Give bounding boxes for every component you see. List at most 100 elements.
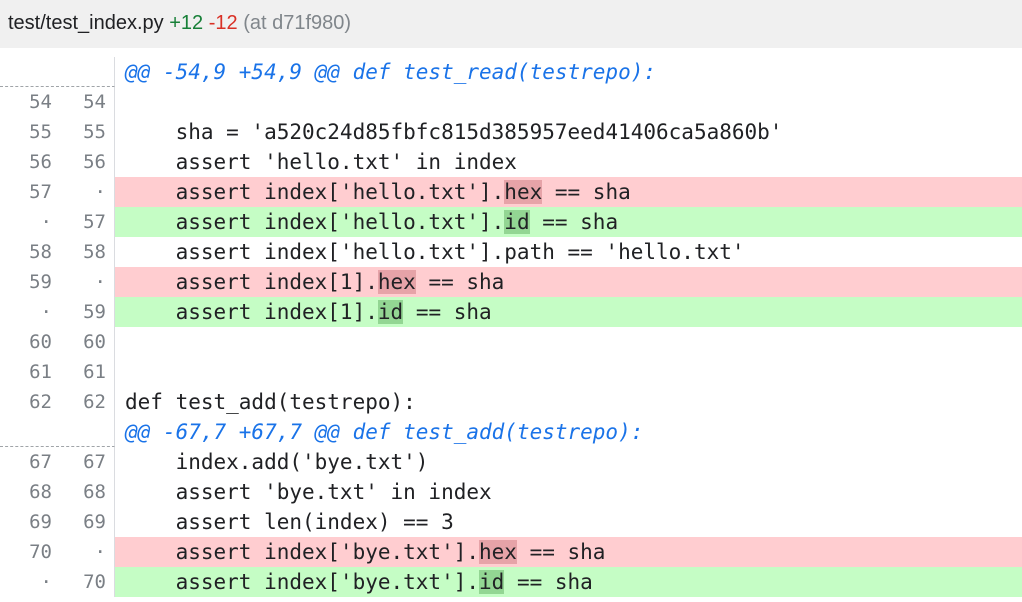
code-line: assert index['hello.txt'].id == sha bbox=[115, 207, 1022, 237]
added-line-row: · 57 assert index['hello.txt'].id == sha bbox=[0, 207, 1022, 237]
line-number-gutter bbox=[0, 57, 115, 87]
line-number-gutter: 60 60 bbox=[0, 327, 115, 357]
added-count: +12 bbox=[169, 12, 204, 34]
new-line-number: 54 bbox=[83, 91, 106, 113]
code-line: assert 'bye.txt' in index bbox=[125, 480, 492, 504]
code-text: == sha bbox=[415, 270, 505, 294]
line-number-gutter: 70 · bbox=[0, 537, 115, 567]
context-line-row: 62 62 def test_add(testrepo): bbox=[0, 387, 1022, 417]
old-line-number: 55 bbox=[29, 121, 52, 143]
context-line-row: 67 67 index.add('bye.txt') bbox=[0, 447, 1022, 477]
new-line-number: 67 bbox=[83, 451, 106, 473]
new-line-number: 55 bbox=[83, 121, 106, 143]
line-number-gutter: 56 56 bbox=[0, 147, 115, 177]
context-line-row: 61 61 bbox=[0, 357, 1022, 387]
new-line-number: · bbox=[94, 541, 106, 563]
new-line-number: · bbox=[94, 181, 106, 203]
hunk-header-row: @@ -54,9 +54,9 @@ def test_read(testrepo… bbox=[0, 57, 1022, 87]
new-line-number: 59 bbox=[83, 301, 106, 323]
changed-token: id bbox=[377, 300, 404, 324]
changed-token: id bbox=[479, 570, 505, 594]
code-text: assert index['bye.txt']. bbox=[125, 540, 480, 564]
added-line-row: · 59 assert index[1].id == sha bbox=[0, 297, 1022, 327]
line-number-gutter: · 70 bbox=[0, 567, 115, 597]
added-line-row: · 70 assert index['bye.txt'].id == sha bbox=[0, 567, 1022, 597]
code-line: def test_add(testrepo): bbox=[125, 390, 416, 414]
code-line: assert index['hello.txt'].hex == sha bbox=[115, 177, 1022, 207]
context-line-row: 54 54 bbox=[0, 87, 1022, 117]
code-line: assert 'hello.txt' in index bbox=[125, 150, 517, 174]
old-line-number: 57 bbox=[29, 181, 52, 203]
context-line-row: 58 58 assert index['hello.txt'].path == '… bbox=[0, 237, 1022, 267]
code-line: sha = 'a520c24d85fbfc815d385957eed41406c… bbox=[125, 120, 783, 144]
old-line-number: 68 bbox=[29, 481, 52, 503]
new-line-number: 56 bbox=[83, 151, 106, 173]
code-text: assert index[1]. bbox=[125, 270, 378, 294]
code-text: assert index['hello.txt']. bbox=[125, 210, 505, 234]
code-text: == sha bbox=[504, 570, 593, 594]
context-line-row: 60 60 bbox=[0, 327, 1022, 357]
context-line-row: 55 55 sha = 'a520c24d85fbfc815d385957eed4… bbox=[0, 117, 1022, 147]
old-line-number: · bbox=[40, 211, 52, 233]
new-line-number: 69 bbox=[83, 511, 106, 533]
code-text: == sha bbox=[516, 540, 606, 564]
old-line-number: 58 bbox=[29, 241, 52, 263]
old-line-number: 67 bbox=[29, 451, 52, 473]
code-line: assert index[1].hex == sha bbox=[115, 267, 1022, 297]
line-number-gutter: 69 69 bbox=[0, 507, 115, 537]
code-text: assert index['bye.txt']. bbox=[125, 570, 480, 594]
line-number-gutter: 61 61 bbox=[0, 357, 115, 387]
new-line-number: 70 bbox=[83, 571, 106, 593]
deleted-line-row: 70 · assert index['bye.txt'].hex == sha bbox=[0, 537, 1022, 567]
code-text: == sha bbox=[403, 300, 492, 324]
file-name[interactable]: test/test_index.py bbox=[8, 12, 164, 34]
code-line: assert index['hello.txt'].path == 'hello… bbox=[125, 240, 745, 264]
new-line-number: · bbox=[94, 271, 106, 293]
new-line-number: 62 bbox=[83, 391, 106, 413]
old-line-number: · bbox=[40, 571, 52, 593]
line-number-gutter: · 57 bbox=[0, 207, 115, 237]
old-line-number: 62 bbox=[29, 391, 52, 413]
line-number-gutter: 62 62 bbox=[0, 387, 115, 417]
old-line-number: 60 bbox=[29, 331, 52, 353]
changed-token: hex bbox=[377, 270, 416, 294]
old-line-number: 59 bbox=[29, 271, 52, 293]
line-number-gutter: 59 · bbox=[0, 267, 115, 297]
line-number-gutter: 54 54 bbox=[0, 87, 115, 117]
old-line-number: · bbox=[40, 301, 52, 323]
changed-token: hex bbox=[504, 180, 543, 204]
code-text: assert index['hello.txt']. bbox=[125, 180, 505, 204]
new-line-number: 68 bbox=[83, 481, 106, 503]
context-line-row: 68 68 assert 'bye.txt' in index bbox=[0, 477, 1022, 507]
context-line-row: 69 69 assert len(index) == 3 bbox=[0, 507, 1022, 537]
line-number-gutter bbox=[0, 417, 115, 447]
line-number-gutter: 55 55 bbox=[0, 117, 115, 147]
line-number-gutter: 58 58 bbox=[0, 237, 115, 267]
deleted-line-row: 59 · assert index[1].hex == sha bbox=[0, 267, 1022, 297]
commit-ref: (at d71f980) bbox=[243, 12, 352, 34]
new-line-number: 57 bbox=[83, 211, 106, 233]
deleted-line-row: 57 · assert index['hello.txt'].hex == sha bbox=[0, 177, 1022, 207]
old-line-number: 56 bbox=[29, 151, 52, 173]
new-line-number: 61 bbox=[83, 361, 106, 383]
code-text: == sha bbox=[542, 180, 631, 204]
line-number-gutter: 68 68 bbox=[0, 477, 115, 507]
code-line: assert index['bye.txt'].id == sha bbox=[115, 567, 1022, 597]
old-line-number: 54 bbox=[29, 91, 52, 113]
old-line-number: 70 bbox=[29, 541, 52, 563]
code-line: assert index[1].id == sha bbox=[115, 297, 1022, 327]
changed-token: id bbox=[504, 210, 530, 234]
changed-token: hex bbox=[479, 540, 517, 564]
line-number-gutter: · 59 bbox=[0, 297, 115, 327]
old-line-number: 61 bbox=[29, 361, 52, 383]
new-line-number: 58 bbox=[83, 241, 106, 263]
line-number-gutter: 57 · bbox=[0, 177, 115, 207]
code-line: index.add('bye.txt') bbox=[125, 450, 429, 474]
hunk-header: @@ -54,9 +54,9 @@ def test_read(testrepo… bbox=[125, 60, 657, 84]
file-header: test/test_index.py +12 -12 (at d71f980) bbox=[0, 0, 1022, 48]
context-line-row: 56 56 assert 'hello.txt' in index bbox=[0, 147, 1022, 177]
new-line-number: 60 bbox=[83, 331, 106, 353]
